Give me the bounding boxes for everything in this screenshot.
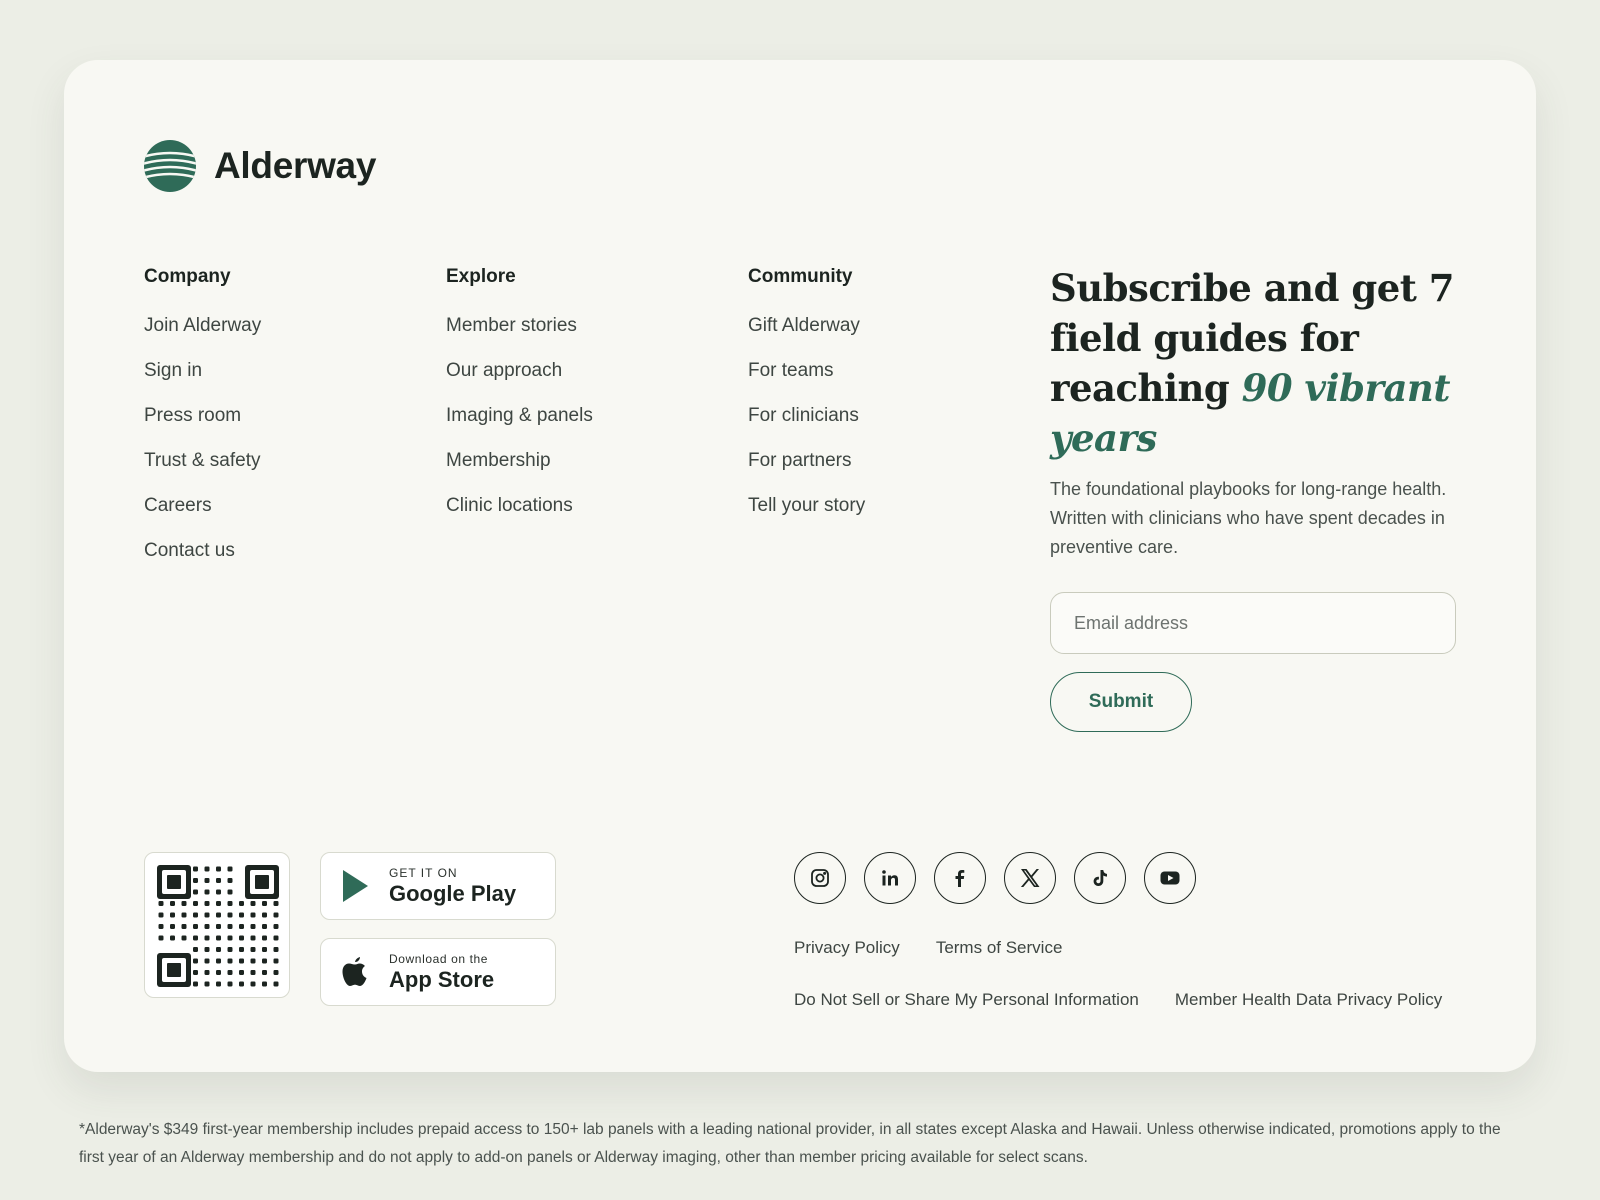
- x-icon: [1020, 869, 1040, 887]
- link-clinic-locations[interactable]: Clinic locations: [446, 483, 593, 528]
- footer-column-community: Community Gift Alderway For teams For cl…: [748, 266, 865, 528]
- link-tell-your-story[interactable]: Tell your story: [748, 483, 865, 528]
- tiktok-icon: [1093, 870, 1107, 886]
- footer-card: Alderway Company Join Alderway Sign in P…: [64, 60, 1536, 1072]
- link-join-alderway[interactable]: Join Alderway: [144, 303, 261, 348]
- column-heading: Community: [748, 266, 853, 287]
- legal-links-row-2: Do Not Sell or Share My Personal Informa…: [794, 990, 1442, 1010]
- column-heading: Explore: [446, 266, 516, 287]
- link-gift-alderway[interactable]: Gift Alderway: [748, 303, 865, 348]
- instagram-link[interactable]: [794, 852, 846, 904]
- privacy-policy-link[interactable]: Privacy Policy: [794, 938, 900, 958]
- link-trust-safety[interactable]: Trust & safety: [144, 438, 261, 483]
- youtube-icon: [1160, 871, 1180, 885]
- footer-column-company: Company Join Alderway Sign in Press room…: [144, 266, 261, 573]
- link-our-approach[interactable]: Our approach: [446, 348, 593, 393]
- youtube-link[interactable]: [1144, 852, 1196, 904]
- facebook-icon: [955, 870, 965, 887]
- google-play-caption: GET IT ON: [389, 865, 458, 880]
- legal-links-row-1: Privacy Policy Terms of Service: [794, 938, 1062, 958]
- app-store-button[interactable]: Download on the App Store: [320, 938, 556, 1006]
- newsletter-title: Subscribe and get 7 field guides for rea…: [1050, 263, 1470, 463]
- qr-code-icon: [157, 865, 279, 987]
- link-for-partners[interactable]: For partners: [748, 438, 865, 483]
- link-for-clinicians[interactable]: For clinicians: [748, 393, 865, 438]
- footer-column-explore: Explore Member stories Our approach Imag…: [446, 266, 593, 528]
- terms-of-service-link[interactable]: Terms of Service: [936, 938, 1063, 958]
- link-for-teams[interactable]: For teams: [748, 348, 865, 393]
- link-membership[interactable]: Membership: [446, 438, 593, 483]
- link-sign-in[interactable]: Sign in: [144, 348, 261, 393]
- column-heading: Company: [144, 266, 231, 287]
- striped-circle-logo-icon: [144, 140, 196, 192]
- newsletter-signup: Subscribe and get 7 field guides for rea…: [1050, 263, 1470, 732]
- link-careers[interactable]: Careers: [144, 483, 261, 528]
- instagram-icon: [811, 869, 829, 887]
- link-contact-us[interactable]: Contact us: [144, 528, 261, 573]
- brand-name: Alderway: [214, 145, 377, 186]
- link-member-stories[interactable]: Member stories: [446, 303, 593, 348]
- link-press-room[interactable]: Press room: [144, 393, 261, 438]
- linkedin-icon: [882, 870, 898, 886]
- x-link[interactable]: [1004, 852, 1056, 904]
- play-triangle-icon: [343, 870, 368, 902]
- google-play-label: Google Play: [389, 880, 517, 906]
- do-not-sell-link[interactable]: Do Not Sell or Share My Personal Informa…: [794, 990, 1139, 1010]
- email-input[interactable]: [1050, 592, 1456, 654]
- linkedin-link[interactable]: [864, 852, 916, 904]
- membership-disclaimer: *Alderway's $349 first-year membership i…: [79, 1121, 1501, 1166]
- brand-logo[interactable]: Alderway: [144, 140, 376, 192]
- health-data-privacy-link[interactable]: Member Health Data Privacy Policy: [1175, 990, 1442, 1010]
- qr-code: [144, 852, 290, 998]
- link-imaging-panels[interactable]: Imaging & panels: [446, 393, 593, 438]
- app-store-caption: Download on the: [389, 951, 489, 966]
- tiktok-link[interactable]: [1074, 852, 1126, 904]
- newsletter-description: The foundational playbooks for long-rang…: [1050, 479, 1447, 557]
- facebook-link[interactable]: [934, 852, 986, 904]
- apple-icon: [342, 957, 367, 986]
- submit-button[interactable]: Submit: [1050, 672, 1192, 732]
- app-store-label: App Store: [389, 966, 495, 992]
- social-links: [794, 852, 1196, 904]
- google-play-button[interactable]: GET IT ON Google Play: [320, 852, 556, 920]
